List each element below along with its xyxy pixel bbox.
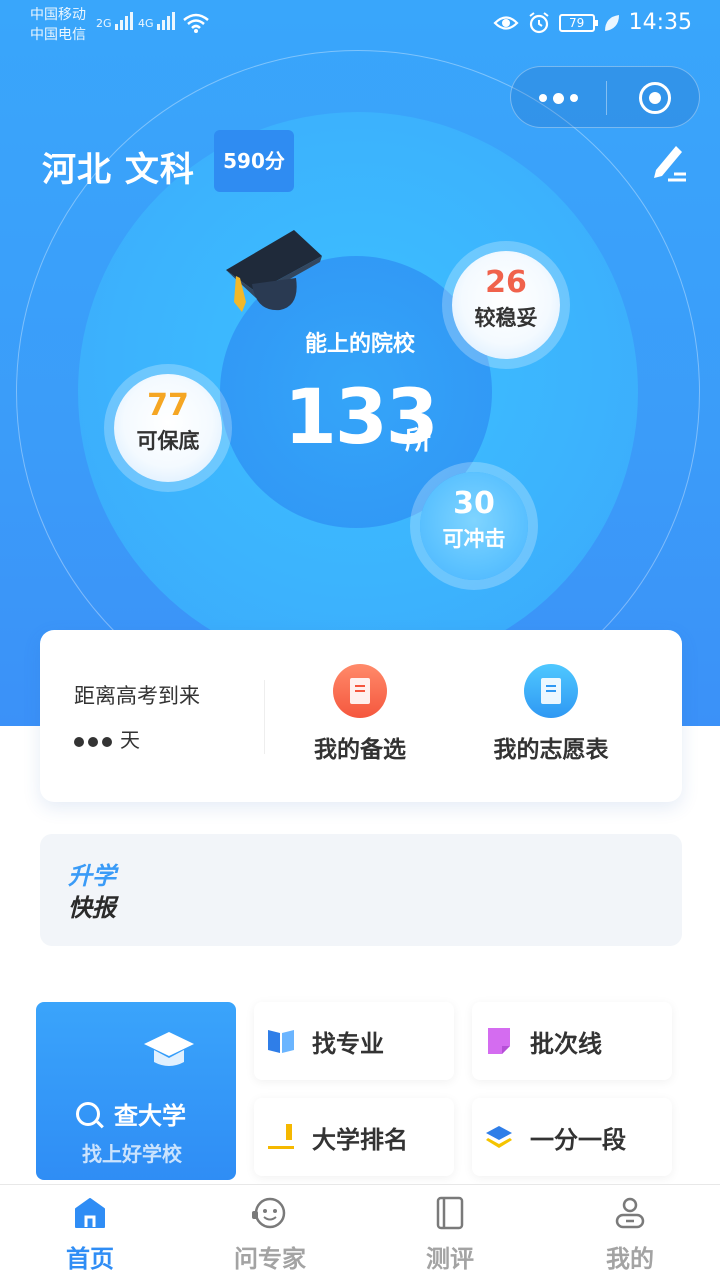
region-subject: 河北 文科 — [42, 150, 195, 190]
bookmark-icon — [333, 664, 387, 718]
tab-home[interactable]: 首页 — [30, 1195, 150, 1274]
miniprogram-capsule — [510, 66, 700, 128]
home-icon — [75, 1198, 105, 1228]
graduation-cap-icon — [144, 1032, 194, 1066]
countdown-unit: 天 — [120, 728, 140, 752]
signal-bars-icon — [115, 12, 135, 30]
score-segment-tile[interactable]: 一分一段 — [472, 1098, 672, 1176]
find-university-tile[interactable]: 查大学 找上好学校 — [36, 1002, 236, 1180]
carrier-2: 中国电信 — [30, 27, 86, 43]
document-icon — [488, 1028, 510, 1054]
clock-time: 14:35 — [628, 10, 692, 35]
score-badge: 590分 — [214, 130, 294, 192]
layers-icon — [486, 1126, 512, 1148]
find-university-label: 查大学 — [114, 1102, 186, 1130]
stable-schools-bubble[interactable]: 26 较稳妥 — [452, 251, 560, 359]
safe-count: 77 — [147, 388, 189, 423]
carrier-1: 中国移动 — [30, 7, 86, 23]
card-divider — [264, 680, 265, 754]
notebook-icon — [436, 1196, 464, 1230]
carrier-info: 中国移动 中国电信 — [30, 5, 86, 45]
bottom-tab-bar: 首页 问专家 测评 我的 — [0, 1184, 720, 1280]
tab-mine[interactable]: 我的 — [570, 1195, 690, 1274]
admission-news-banner[interactable]: 升学 快报 — [40, 834, 682, 946]
search-icon — [76, 1101, 100, 1126]
stable-label: 较稳妥 — [474, 306, 538, 330]
status-bar: 中国移动 中国电信 2G 4G 79 14:35 — [0, 0, 720, 50]
book-icon — [268, 1030, 294, 1053]
score-segment-label: 一分一段 — [530, 1125, 626, 1154]
ranking-icon — [268, 1124, 294, 1149]
find-major-tile[interactable]: 找专业 — [254, 1002, 454, 1080]
alarm-icon — [528, 11, 549, 33]
capsule-divider — [606, 81, 607, 115]
find-university-subtitle: 找上好学校 — [82, 1142, 182, 1166]
tab-home-label: 首页 — [66, 1245, 114, 1273]
battery-icon: 79 — [558, 13, 598, 32]
graduation-cap-icon — [226, 230, 322, 312]
my-favorites-label: 我的备选 — [314, 737, 406, 763]
close-miniprogram-icon[interactable] — [639, 82, 671, 114]
university-ranking-tile[interactable]: 大学排名 — [254, 1098, 454, 1176]
my-favorites-button[interactable]: 我的备选 — [285, 664, 435, 764]
net-type-2: 4G — [138, 17, 154, 30]
headset-icon — [252, 1197, 286, 1229]
net-type-1: 2G — [96, 17, 112, 30]
countdown-value: 天 — [74, 724, 140, 753]
university-ranking-label: 大学排名 — [312, 1125, 408, 1154]
news-title-line2: 快报 — [68, 894, 116, 922]
rush-schools-bubble[interactable]: 30 可冲击 — [420, 472, 528, 580]
find-major-label: 找专业 — [312, 1029, 384, 1058]
tab-mine-label: 我的 — [606, 1245, 654, 1273]
countdown-label: 距离高考到来 — [74, 684, 200, 708]
edit-icon[interactable] — [648, 140, 688, 182]
batch-line-label: 批次线 — [530, 1029, 602, 1058]
tab-expert[interactable]: 问专家 — [210, 1195, 330, 1274]
my-wishlist-button[interactable]: 我的志愿表 — [476, 664, 626, 764]
stable-count: 26 — [485, 265, 527, 300]
eye-icon — [493, 15, 519, 30]
rush-label: 可冲击 — [442, 527, 506, 551]
reachable-schools-label: 能上的院校 — [304, 332, 415, 357]
form-icon — [524, 664, 578, 718]
signal-2: 4G — [138, 12, 177, 30]
news-title-line1: 升学 — [68, 862, 116, 890]
batch-line-tile[interactable]: 批次线 — [472, 1002, 672, 1080]
safe-schools-bubble[interactable]: 77 可保底 — [114, 374, 222, 482]
reachable-schools-unit: 所 — [405, 426, 432, 456]
tab-expert-label: 问专家 — [234, 1245, 306, 1273]
wifi-icon — [183, 13, 209, 33]
loading-dots-icon — [74, 736, 112, 747]
quick-access-card: 距离高考到来 天 我的备选 我的志愿表 — [40, 630, 682, 802]
rush-count: 30 — [453, 486, 495, 521]
signal-1: 2G — [96, 12, 135, 30]
tab-evaluation[interactable]: 测评 — [390, 1195, 510, 1274]
leaf-icon — [604, 14, 619, 31]
more-icon[interactable] — [539, 89, 579, 107]
tab-evaluation-label: 测评 — [426, 1245, 474, 1273]
my-wishlist-label: 我的志愿表 — [493, 737, 609, 763]
user-icon — [615, 1197, 645, 1229]
safe-label: 可保底 — [136, 429, 200, 453]
signal-bars-icon — [157, 12, 177, 30]
